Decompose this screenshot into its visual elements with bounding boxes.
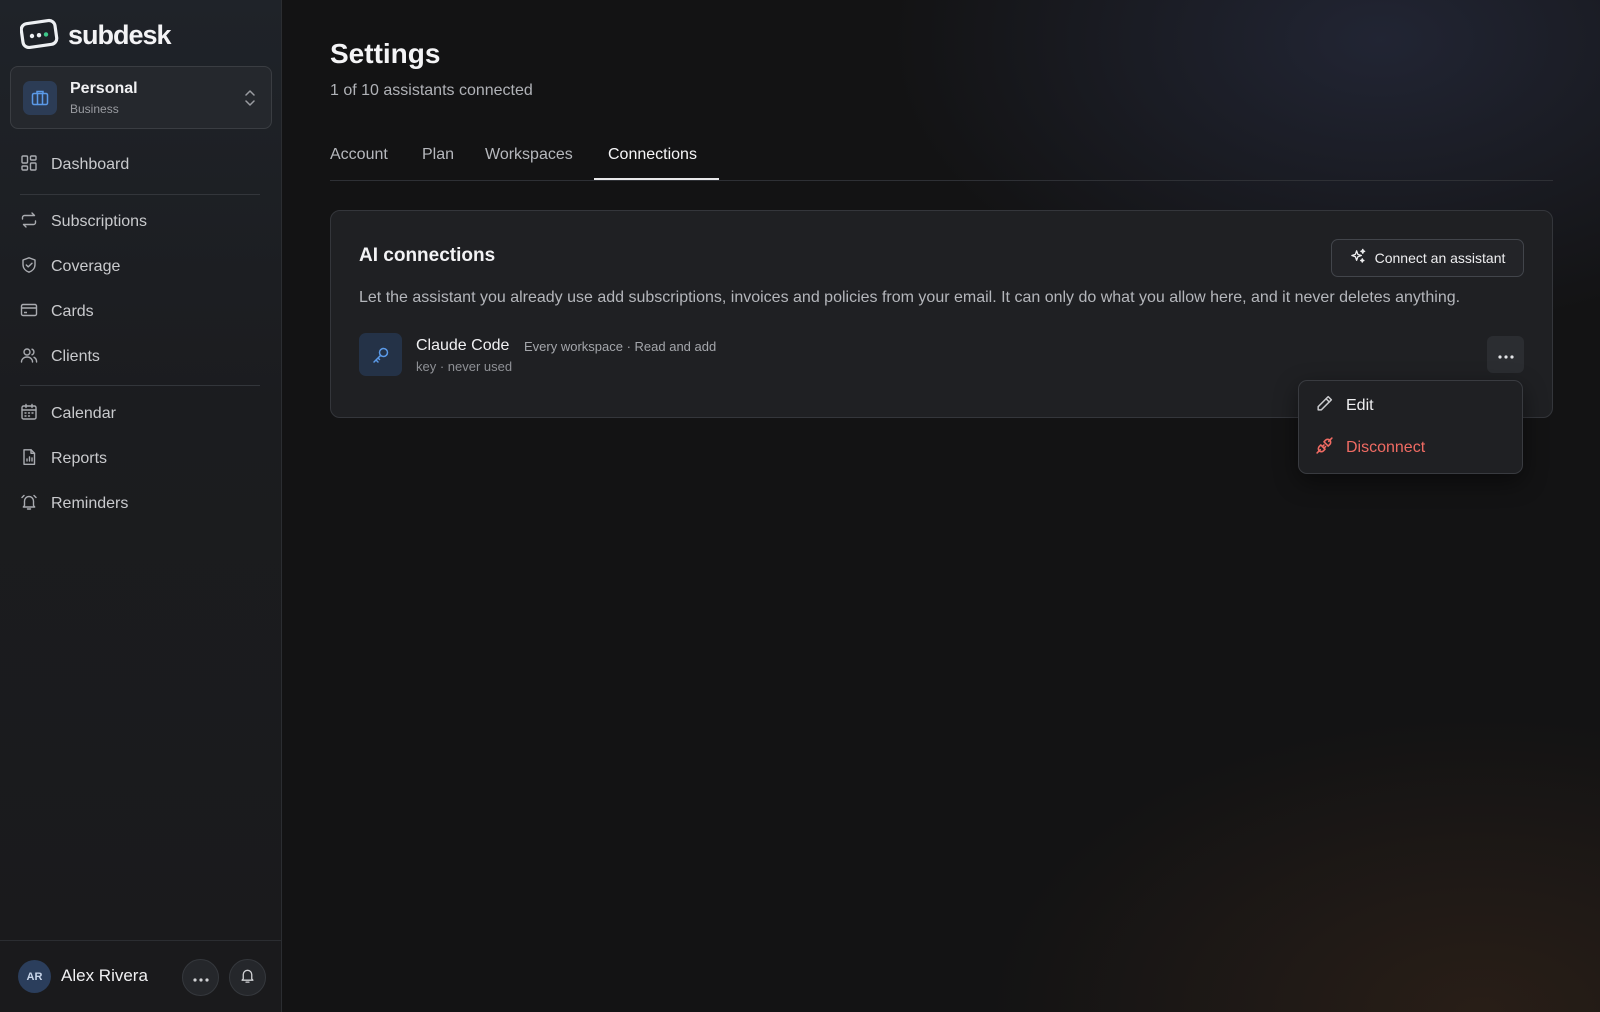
sidebar-item-cards[interactable]: Cards <box>20 297 260 327</box>
users-icon <box>20 346 38 369</box>
tab-workspaces[interactable]: Workspaces <box>485 146 573 164</box>
pencil-icon <box>1315 394 1334 418</box>
sidebar-item-dashboard[interactable]: Dashboard <box>20 150 260 180</box>
user-menu-button[interactable] <box>182 959 219 996</box>
calendar-icon <box>20 403 38 426</box>
repeat-icon <box>20 211 38 234</box>
avatar[interactable]: AR <box>18 960 51 993</box>
sidebar-item-label: Coverage <box>51 258 121 275</box>
dashboard-icon <box>20 154 38 177</box>
page-subtitle: 1 of 10 assistants connected <box>330 82 533 99</box>
key-icon <box>359 333 402 376</box>
sidebar-divider <box>20 385 260 386</box>
report-icon <box>20 448 38 471</box>
more-horizontal-icon <box>192 969 209 987</box>
menu-item-edit[interactable]: Edit <box>1315 393 1374 419</box>
sidebar-item-label: Reports <box>51 450 108 467</box>
connect-assistant-button[interactable]: Connect an assistant <box>1331 239 1524 277</box>
subdesk-logo-icon <box>19 17 60 54</box>
sidebar-item-calendar[interactable]: Calendar <box>20 399 260 429</box>
connection-actions-menu: Edit Disconnect <box>1298 380 1523 474</box>
sidebar-item-label: Clients <box>51 348 100 365</box>
page-title: Settings <box>330 38 441 69</box>
section-description: Let the assistant you already use add su… <box>359 289 1461 306</box>
user-bar: AR Alex Rivera <box>0 940 282 1012</box>
sidebar-item-subscriptions[interactable]: Subscriptions <box>20 207 260 237</box>
workspace-name: Personal <box>70 79 138 97</box>
sidebar-item-coverage[interactable]: Coverage <box>20 252 260 282</box>
tab-account[interactable]: Account <box>330 146 388 164</box>
tab-connections[interactable]: Connections <box>608 146 697 164</box>
brand-logo[interactable]: subdesk <box>19 17 172 54</box>
notifications-button[interactable] <box>229 959 266 996</box>
sidebar-item-reports[interactable]: Reports <box>20 444 260 474</box>
more-horizontal-icon <box>1497 346 1514 364</box>
menu-item-disconnect[interactable]: Disconnect <box>1315 435 1425 461</box>
sidebar-item-clients[interactable]: Clients <box>20 342 260 372</box>
bell-icon <box>20 493 38 516</box>
sidebar-item-label: Subscriptions <box>51 213 148 230</box>
settings-tabs: Account Plan Workspaces Connections <box>330 140 1553 181</box>
section-title: AI connections <box>359 245 496 266</box>
workspace-type: Business <box>70 101 119 116</box>
brand-name: subdesk <box>68 19 172 50</box>
connect-assistant-label: Connect an assistant <box>1374 250 1506 266</box>
connection-scope: Every workspace · Read and add <box>524 339 717 354</box>
shield-check-icon <box>20 256 38 279</box>
sidebar-item-label: Reminders <box>51 495 129 512</box>
sparkles-icon <box>1350 248 1367 268</box>
sidebar: subdesk Personal Business Dashboard Subs… <box>0 0 282 1012</box>
briefcase-icon <box>23 80 57 115</box>
menu-item-label: Disconnect <box>1346 439 1426 456</box>
connection-status: key · never used <box>416 359 513 374</box>
bell-icon <box>239 967 256 989</box>
workspace-switcher[interactable]: Personal Business <box>10 66 272 129</box>
menu-item-label: Edit <box>1346 397 1374 414</box>
credit-card-icon <box>20 301 38 324</box>
connection-name: Claude Code <box>416 337 510 354</box>
unplug-icon <box>1315 436 1334 460</box>
sidebar-item-reminders[interactable]: Reminders <box>20 489 260 519</box>
sidebar-divider <box>20 194 260 195</box>
user-name: Alex Rivera <box>61 966 148 985</box>
sidebar-item-label: Dashboard <box>51 156 130 173</box>
connection-actions-button[interactable] <box>1487 336 1524 373</box>
active-tab-indicator <box>594 178 719 180</box>
sidebar-item-label: Calendar <box>51 405 116 422</box>
sidebar-item-label: Cards <box>51 303 94 320</box>
chevron-up-down-icon <box>243 88 257 113</box>
tab-plan[interactable]: Plan <box>422 146 454 164</box>
